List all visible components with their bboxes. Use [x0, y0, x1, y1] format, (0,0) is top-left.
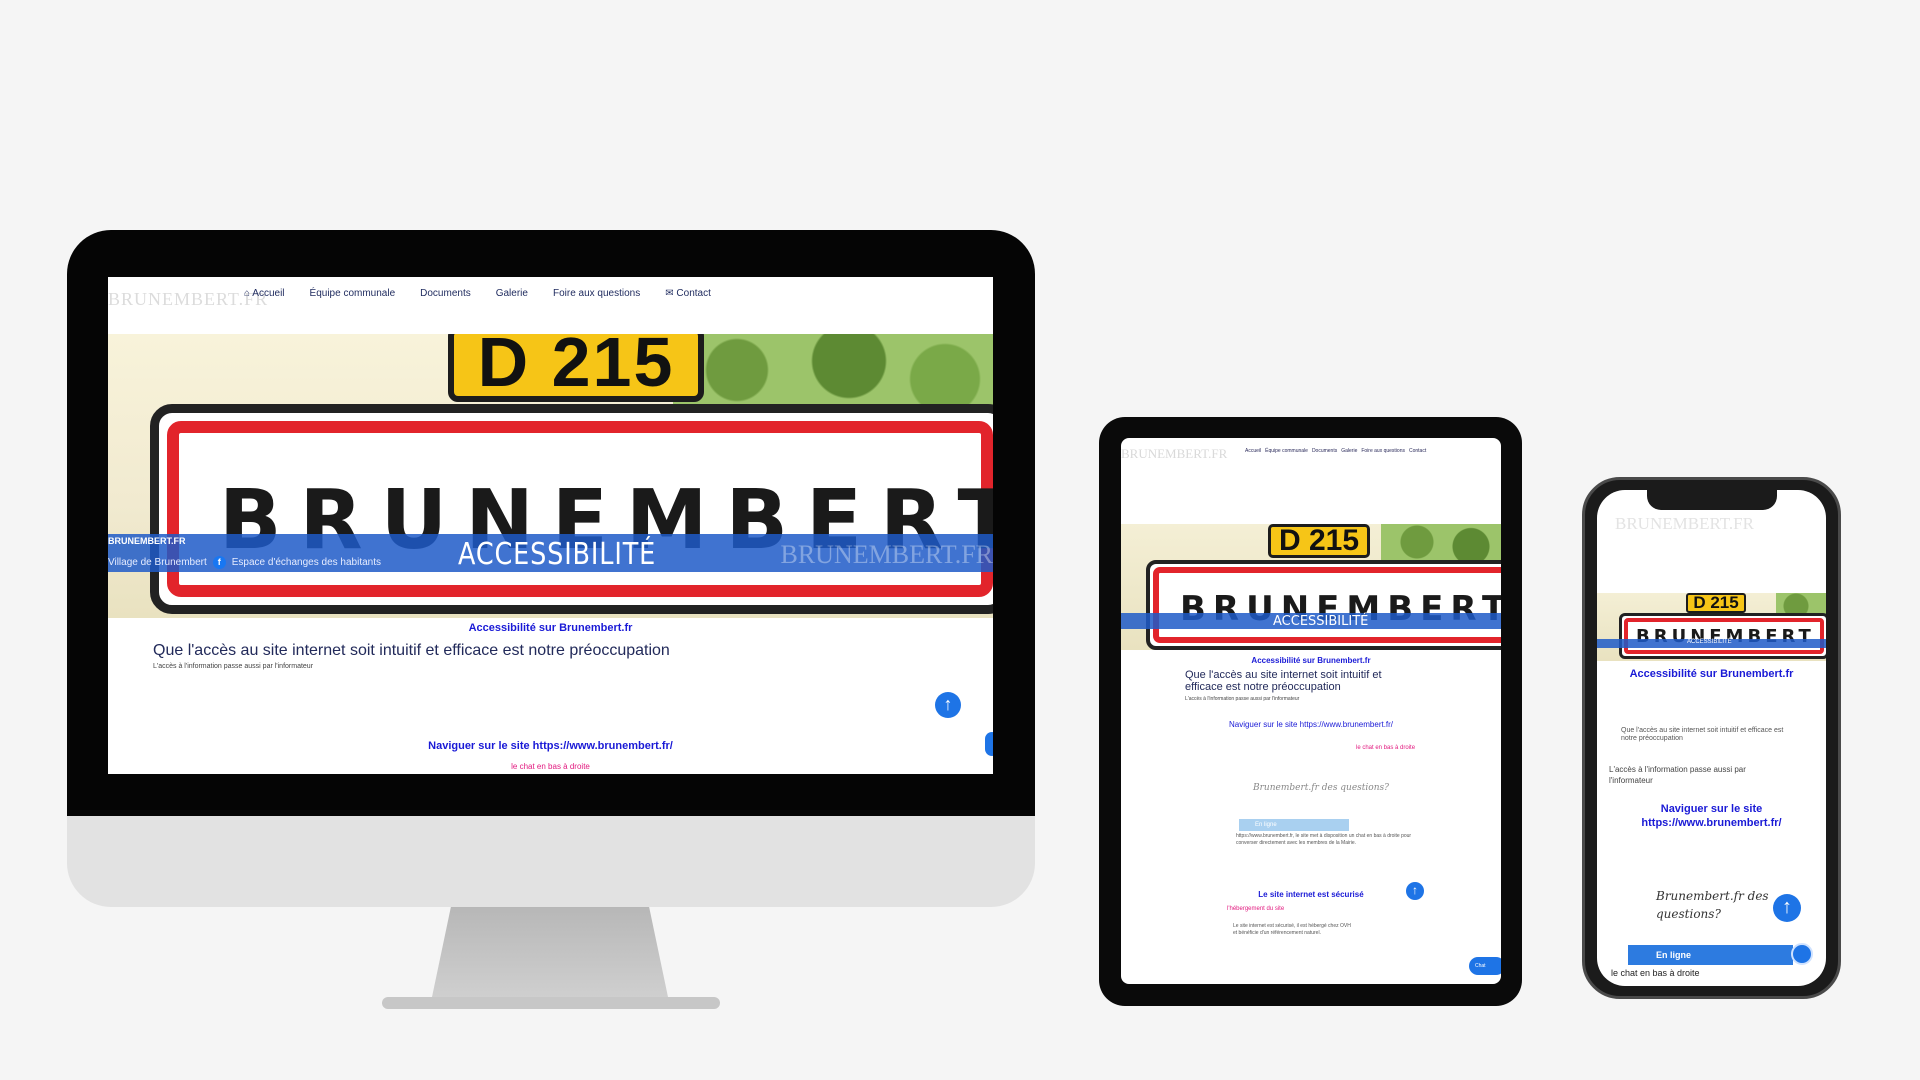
page-title: ACCESSIBILITÉ: [1687, 639, 1732, 645]
subline: L'accès à l'information passe aussi par …: [1609, 765, 1746, 785]
town-sign: BRUNEMBERT: [1619, 613, 1826, 659]
menu-item-galerie[interactable]: Galerie: [496, 288, 528, 299]
menu-item-accueil[interactable]: ⌂ Accueil: [244, 288, 285, 299]
chat-button[interactable]: [1791, 943, 1813, 965]
online-bar[interactable]: En ligne: [1628, 945, 1793, 965]
monitor-chin: [67, 816, 1035, 907]
desktop-screen: BRUNEMBERT.FR ⌂ Accueil Équipe communale…: [108, 277, 993, 774]
road-sign: D 215: [1686, 593, 1746, 613]
road-sign: D 215: [448, 334, 704, 402]
phone-notch: [1647, 490, 1777, 510]
hero-image: D 215 BRUNEMBERT ACCESSIBILITÉ: [1597, 593, 1826, 661]
menu-item-faq[interactable]: Foire aux questions: [1361, 448, 1405, 454]
menu-item-contact[interactable]: ✉ Contact: [665, 288, 711, 299]
menu-item-documents[interactable]: Documents: [1312, 448, 1337, 454]
site-logo[interactable]: BRUNEMBERT.FR: [1121, 446, 1227, 462]
subline: L'accès à l'information passe aussi par …: [153, 663, 314, 670]
accessibility-heading: Accessibilité sur Brunembert.fr: [468, 622, 633, 634]
menu-item-equipe[interactable]: Équipe communale: [1265, 448, 1308, 454]
menu-item-contact[interactable]: Contact: [1409, 448, 1426, 454]
menu-item-galerie[interactable]: Galerie: [1341, 448, 1357, 454]
headline: Que l'accès au site internet soit intuit…: [1185, 669, 1382, 693]
menu-label: Contact: [676, 288, 711, 299]
chat-note: le chat en bas à droite: [1611, 968, 1700, 978]
menu-item-faq[interactable]: Foire aux questions: [553, 288, 640, 299]
scroll-top-button[interactable]: ↑: [1773, 894, 1801, 922]
online-bar[interactable]: En ligne: [1239, 819, 1349, 831]
page-title: ACCESSIBILITÉ: [458, 537, 657, 572]
menu-item-equipe[interactable]: Équipe communale: [310, 288, 396, 299]
hero-banner: ACCESSIBILITÉ: [1121, 613, 1501, 629]
hero-banner: ACCESSIBILITÉ: [1597, 639, 1826, 648]
menu-label: Accueil: [252, 288, 285, 299]
hero-image: D 215 BRUNEMBERT BRUNEMBERT.FR Village d…: [108, 334, 993, 618]
scroll-top-button[interactable]: ↑: [935, 692, 961, 718]
menu-item-documents[interactable]: Documents: [420, 288, 471, 299]
banner-links: Village de Brunembert f Espace d'échange…: [108, 556, 381, 569]
phone-screen: BRUNEMBERT.FR D 215 BRUNEMBERT ACCESSIBI…: [1597, 490, 1826, 986]
accessibility-heading: Accessibilité sur Brunembert.fr: [1251, 656, 1371, 665]
headline: Que l'accès au site internet soit intuit…: [1621, 727, 1784, 742]
banner-watermark: BRUNEMBERT.FR: [780, 540, 994, 569]
banner-link-espace[interactable]: Espace d'échanges des habitants: [232, 557, 381, 568]
town-sign: BRUNEMBERT: [1146, 560, 1501, 650]
navigate-heading: Naviguer sur le site https://www.brunemb…: [1228, 720, 1394, 729]
main-menu: ⌂ Accueil Équipe communale Documents Gal…: [244, 288, 711, 299]
subline: L'accès à l'information passe aussi par …: [1185, 696, 1300, 702]
banner-site-name: BRUNEMBERT.FR: [108, 536, 186, 546]
chat-widget-text: Brunembert.fr des questions?: [1253, 783, 1389, 793]
banner-link-village[interactable]: Village de Brunembert: [108, 557, 207, 568]
online-label: En ligne: [1656, 950, 1692, 960]
chat-description: https://www.brunembert.fr, le site met à…: [1236, 833, 1412, 846]
monitor-foot: [382, 997, 720, 1009]
desktop-navbar: BRUNEMBERT.FR ⌂ Accueil Équipe communale…: [108, 277, 993, 334]
main-menu: Accueil Équipe communale Documents Galer…: [1245, 448, 1426, 454]
secure-heading: Le site internet est sécurisé: [1258, 890, 1364, 899]
chat-note: le chat en bas à droite: [1356, 745, 1416, 751]
page-title: ACCESSIBILITÉ: [1273, 614, 1369, 629]
secure-text: Le site internet est sécurisé, il est hé…: [1233, 923, 1351, 936]
facebook-icon[interactable]: f: [212, 556, 226, 569]
chat-note: le chat en bas à droite: [511, 762, 590, 771]
tablet-screen: BRUNEMBERT.FR Accueil Équipe communale D…: [1121, 438, 1501, 984]
hosting-label: l'hébergement du site: [1227, 906, 1285, 912]
monitor-stand: [432, 907, 668, 997]
menu-item-accueil[interactable]: Accueil: [1245, 448, 1261, 454]
town-sign: BRUNEMBERT: [150, 404, 993, 614]
chat-button[interactable]: Chat: [1469, 957, 1501, 975]
headline: Que l'accès au site internet soit intuit…: [153, 642, 670, 659]
hero-banner: BRUNEMBERT.FR Village de Brunembert f Es…: [108, 534, 993, 572]
hero-image: D 215 BRUNEMBERT ACCESSIBILITÉ: [1121, 524, 1501, 650]
site-logo[interactable]: BRUNEMBERT.FR: [1615, 514, 1754, 534]
navigate-heading: Naviguer sur le site https://www.brunemb…: [428, 740, 673, 752]
online-label: En ligne: [1255, 822, 1277, 828]
accessibility-heading: Accessibilité sur Brunembert.fr: [1629, 668, 1794, 680]
navigate-heading: Naviguer sur le site https://www.brunemb…: [1641, 803, 1782, 829]
chat-toggle[interactable]: [985, 732, 993, 756]
road-sign: D 215: [1268, 524, 1370, 558]
